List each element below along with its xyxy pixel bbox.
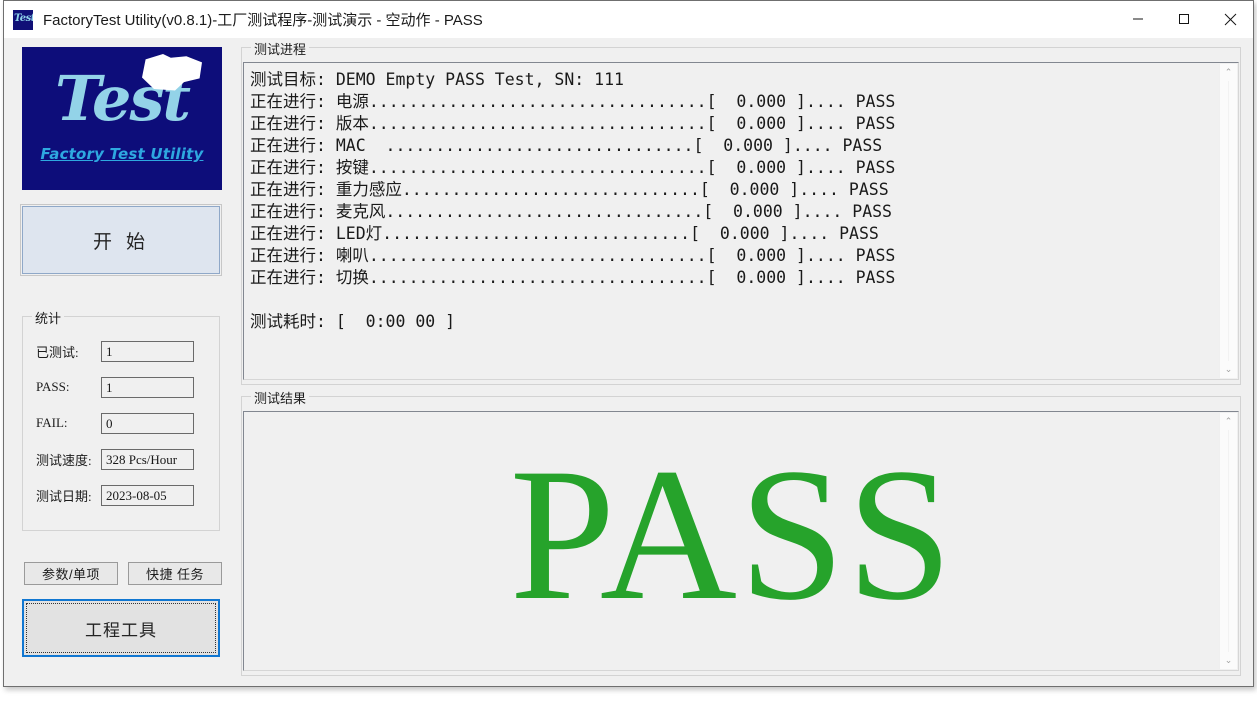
app-logo: Test Factory Test Utility [22,47,222,190]
scroll-track[interactable] [1228,81,1229,361]
start-button-label: 开 始 [92,230,150,253]
app-icon-label: Test [14,12,33,24]
scroll-down-icon[interactable]: ⌄ [1220,361,1237,378]
stat-value-speed[interactable]: 328 Pcs/Hour [101,448,194,470]
stat-label-tested: 已测试: [36,344,79,360]
test-progress-scrollbar[interactable]: ⌃ ⌄ [1219,64,1237,378]
window-title: FactoryTest Utility(v0.8.1)-工厂测试程序-测试演示 … [43,12,483,29]
maximize-icon [1179,14,1189,24]
app-icon: Test [13,9,33,30]
statistics-group-title: 统计 [32,308,65,327]
stat-row-tested: 已测试: 1 [36,339,194,363]
title-bar: Test FactoryTest Utility(v0.8.1)-工厂测试程序-… [4,1,1253,38]
window-controls [1115,1,1253,37]
stat-value-date[interactable]: 2023-08-05 [101,484,194,506]
test-result-panel: PASS ⌃ ⌄ [243,411,1239,671]
test-result-title: 测试结果 [251,388,310,407]
stat-value-fail[interactable]: 0 [101,412,194,434]
scroll-up-icon[interactable]: ⌃ [1220,64,1237,81]
test-result-group: 测试结果 PASS ⌃ ⌄ [241,388,1241,676]
test-progress-log: 测试目标: DEMO Empty PASS Test, SN: 111 正在进行… [250,70,896,331]
stat-value-tested[interactable]: 1 [101,340,194,362]
param-single-item-label: 参数/单项 [41,567,101,582]
scroll-down-icon[interactable]: ⌄ [1220,652,1237,669]
test-result-verdict: PASS [509,430,955,640]
close-button[interactable] [1207,1,1253,37]
stat-label-pass: PASS: [36,379,70,394]
minimize-button[interactable] [1115,1,1161,37]
scroll-track[interactable] [1228,430,1229,652]
stat-label-fail: FAIL: [36,415,68,430]
stat-row-fail: FAIL: 0 [36,411,194,435]
stat-value-pass[interactable]: 1 [101,376,194,398]
engineering-tools-button[interactable]: 工程工具 [22,599,220,657]
engineering-tools-label: 工程工具 [85,620,157,641]
test-progress-panel: 测试目标: DEMO Empty PASS Test, SN: 111 正在进行… [243,62,1239,380]
stat-row-date: 测试日期: 2023-08-05 [36,483,194,507]
statistics-group: 统计 已测试: 1 PASS: 1 FAIL: 0 测试速度: 328 Pcs/… [22,308,220,531]
logo-subtitle: Factory Test Utility [40,145,204,163]
maximize-button[interactable] [1161,1,1207,37]
quick-task-label: 快捷 任务 [145,567,205,582]
minimize-icon [1133,18,1143,20]
stat-label-speed: 测试速度: [36,452,92,468]
quick-task-button[interactable]: 快捷 任务 [128,562,222,585]
test-progress-title: 测试进程 [251,39,310,58]
start-button[interactable]: 开 始 [20,204,222,276]
stat-row-speed: 测试速度: 328 Pcs/Hour [36,447,194,471]
application-window: Test FactoryTest Utility(v0.8.1)-工厂测试程序-… [3,0,1254,687]
stat-row-pass: PASS: 1 [36,375,194,399]
test-progress-group: 测试进程 测试目标: DEMO Empty PASS Test, SN: 111… [241,39,1241,385]
param-single-item-button[interactable]: 参数/单项 [24,562,118,585]
test-result-scrollbar[interactable]: ⌃ ⌄ [1219,413,1237,669]
scroll-up-icon[interactable]: ⌃ [1220,413,1237,430]
close-icon [1224,13,1236,25]
client-area: Test Factory Test Utility 开 始 统计 已测试: 1 … [4,38,1253,686]
stat-label-date: 测试日期: [36,488,92,504]
